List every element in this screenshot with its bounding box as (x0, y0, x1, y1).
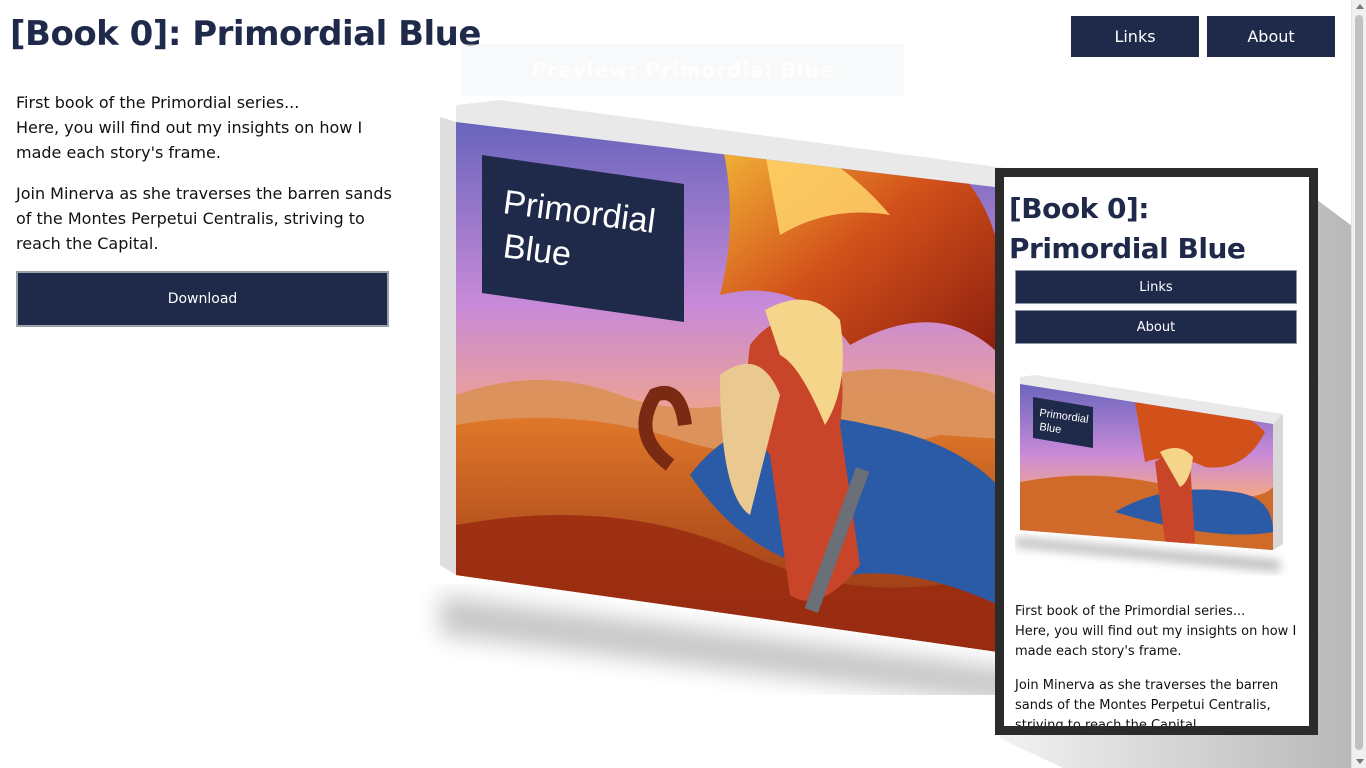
mobile-book-cover: Primordial Blue (1015, 372, 1297, 577)
book-cover-3d: Primordial Blue (420, 95, 1020, 705)
mobile-intro-paragraph-2: Join Minerva as she traverses the barren… (1015, 678, 1279, 726)
intro-text: First book of the Primordial series... H… (16, 90, 396, 272)
mobile-preview-screen[interactable]: [Book 0]: Primordial Blue Links About Pr… (1004, 177, 1309, 726)
intro-line-1: First book of the Primordial series... (16, 93, 300, 112)
mobile-preview-frame: [Book 0]: Primordial Blue Links About Pr… (995, 168, 1318, 735)
scroll-up-arrow-icon[interactable] (1356, 4, 1364, 9)
intro-paragraph-1: First book of the Primordial series... H… (16, 90, 396, 165)
scroll-down-arrow-icon[interactable] (1356, 759, 1364, 764)
mobile-intro-text: First book of the Primordial series... H… (1015, 602, 1301, 726)
intro-line-2: Here, you will find out my insights on h… (16, 118, 363, 162)
mobile-intro-paragraph-1: First book of the Primordial series... H… (1015, 602, 1301, 662)
page-title: [Book 0]: Primordial Blue (10, 14, 481, 54)
about-nav-button[interactable]: About (1207, 16, 1335, 57)
intro-paragraph-2: Join Minerva as she traverses the barren… (16, 184, 392, 253)
mobile-book-cover-illustration: Primordial Blue (1015, 375, 1283, 572)
mobile-page-title: [Book 0]: Primordial Blue (1009, 192, 1246, 265)
links-nav-button[interactable]: Links (1071, 16, 1199, 57)
mobile-intro-line-1: First book of the Primordial series... (1015, 604, 1246, 619)
scrollbar-thumb[interactable] (1355, 15, 1363, 750)
mobile-intro-line-2: Here, you will find out my insights on h… (1015, 624, 1297, 659)
mobile-about-button[interactable]: About (1015, 310, 1297, 344)
mobile-links-button[interactable]: Links (1015, 270, 1297, 304)
book-cover-illustration: Primordial Blue (440, 100, 1020, 705)
page-scrollbar[interactable] (1351, 0, 1366, 768)
download-button[interactable]: Download (16, 271, 389, 327)
ghost-caption: Preview: Primordial Blue (462, 44, 904, 96)
